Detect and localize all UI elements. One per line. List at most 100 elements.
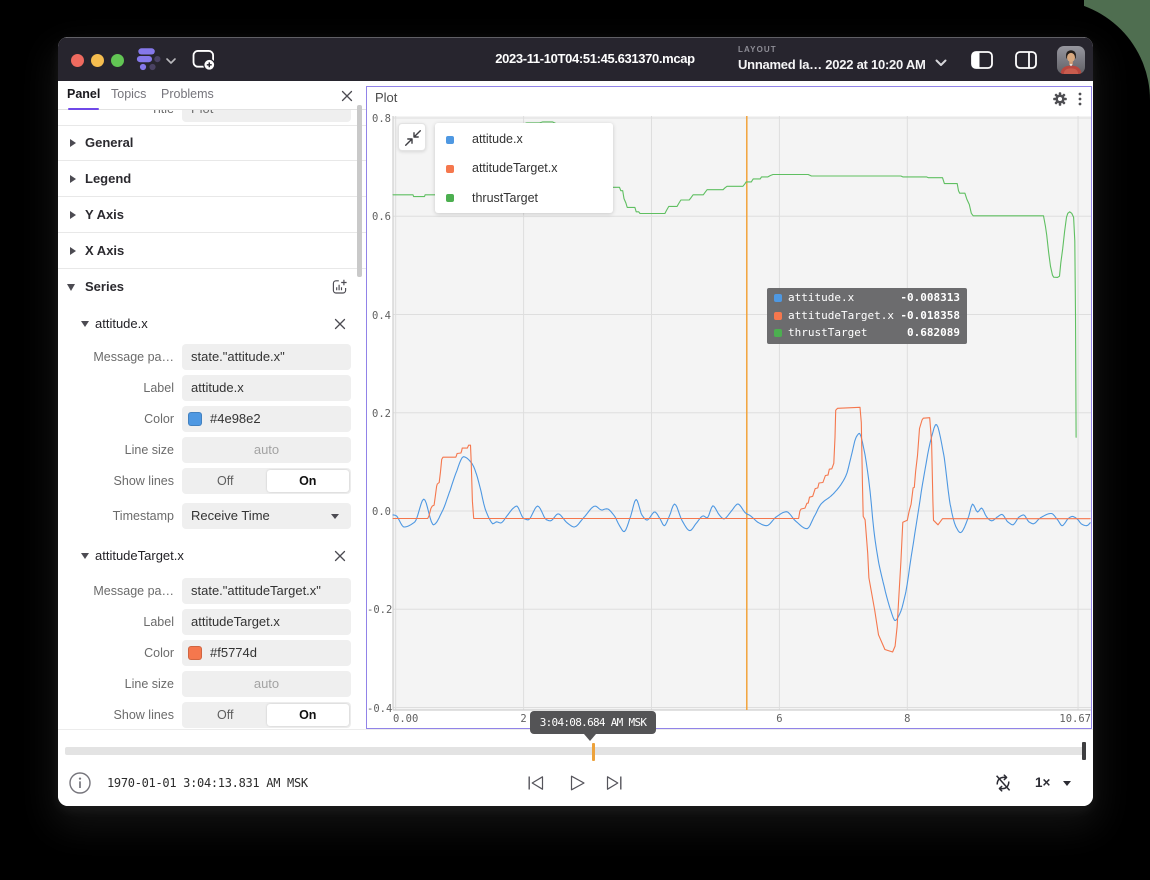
section-y-axis[interactable]: Y Axis xyxy=(58,197,366,233)
color-swatch[interactable] xyxy=(188,646,202,660)
chevron-down-icon xyxy=(67,284,75,291)
toggle-right-sidebar-button[interactable] xyxy=(1015,51,1037,69)
scrubber-end-mark xyxy=(1082,742,1086,760)
remove-series-icon[interactable] xyxy=(334,318,346,330)
titlebar: 2023-11-10T04:51:45.631370.mcap LAYOUT U… xyxy=(58,37,1093,81)
app-menu-chevron-icon[interactable] xyxy=(165,57,177,65)
play-button[interactable] xyxy=(567,773,587,793)
show-lines-off[interactable]: Off xyxy=(184,704,267,726)
user-avatar[interactable] xyxy=(1057,46,1085,74)
y-axis-tick-label: 0.2 xyxy=(367,408,391,420)
window-close-button[interactable] xyxy=(71,54,84,67)
toggle-left-sidebar-button[interactable] xyxy=(971,51,993,69)
layout-name: Unnamed la… 2022 at 10:20 AM xyxy=(738,56,926,74)
data-source-title[interactable]: 2023-11-10T04:51:45.631370.mcap xyxy=(435,37,755,81)
section-label: Series xyxy=(85,269,124,305)
layout-label: LAYOUT xyxy=(738,45,926,55)
seek-end-button[interactable] xyxy=(604,773,624,793)
section-x-axis[interactable]: X Axis xyxy=(58,233,366,269)
message-path-input[interactable]: state."attitude.x" xyxy=(182,344,351,370)
speed-caret-icon[interactable] xyxy=(1063,781,1071,786)
series-header[interactable]: attitudeTarget.x xyxy=(58,543,366,569)
caret-down-icon xyxy=(331,514,339,519)
message-path-input[interactable]: state."attitudeTarget.x" xyxy=(182,578,351,604)
line-size-input[interactable]: auto xyxy=(182,671,351,697)
desktop: 2023-11-10T04:51:45.631370.mcap LAYOUT U… xyxy=(0,0,1150,880)
color-value: #4e98e2 xyxy=(210,406,261,432)
add-panel-button[interactable] xyxy=(192,50,217,71)
x-axis-tick-label: 8 xyxy=(892,713,922,725)
tooltip-series-value: -0.018358 xyxy=(900,307,960,324)
playback-scrubber[interactable] xyxy=(65,747,1086,755)
layout-menu[interactable]: LAYOUT Unnamed la… 2022 at 10:20 AM xyxy=(738,43,926,77)
window-minimize-button[interactable] xyxy=(91,54,104,67)
y-axis-tick-label: -0.2 xyxy=(367,604,391,616)
legend-item[interactable]: thrustTarget xyxy=(435,184,613,213)
layout-chevron-icon[interactable] xyxy=(934,58,948,68)
tooltip-series-name: attitudeTarget.x xyxy=(788,307,894,324)
timestamp-select[interactable]: Receive Time xyxy=(182,503,351,529)
settings-scrollbar[interactable] xyxy=(357,105,362,277)
color-input[interactable]: #f5774d xyxy=(182,640,351,666)
section-label: Legend xyxy=(85,161,131,197)
chevron-right-icon xyxy=(70,175,76,183)
legend-collapse-button[interactable] xyxy=(398,123,426,151)
field-label: Message pa… xyxy=(58,344,174,370)
show-lines-off[interactable]: Off xyxy=(184,470,267,492)
app-logo-icon[interactable] xyxy=(134,48,161,71)
remove-series-icon[interactable] xyxy=(334,550,346,562)
show-lines-toggle[interactable]: OffOn xyxy=(182,702,351,728)
field-label: Show lines xyxy=(58,702,174,728)
loop-toggle-button[interactable] xyxy=(993,773,1013,793)
chevron-down-icon xyxy=(81,553,89,559)
tooltip-row: thrustTarget 0.682089 xyxy=(767,324,967,341)
x-axis-tick-label: 10.67 xyxy=(1053,713,1091,725)
info-icon[interactable] xyxy=(69,772,91,794)
section-legend[interactable]: Legend xyxy=(58,161,366,197)
scrubber-playhead[interactable] xyxy=(592,743,595,761)
color-input[interactable]: #4e98e2 xyxy=(182,406,351,432)
tooltip-series-name: attitude.x xyxy=(788,289,854,306)
series-title: attitude.x xyxy=(95,311,148,337)
sidebar-tabbar: Panel Topics Problems xyxy=(58,81,366,110)
tab-problems[interactable]: Problems xyxy=(161,81,214,110)
color-swatch[interactable] xyxy=(188,412,202,426)
tooltip-color-chip xyxy=(774,329,782,337)
add-series-button[interactable] xyxy=(332,279,348,295)
section-series[interactable]: Series xyxy=(58,269,366,305)
playback-speed[interactable]: 1× xyxy=(1035,774,1050,792)
label-input[interactable]: attitudeTarget.x xyxy=(182,609,351,635)
show-lines-toggle[interactable]: OffOn xyxy=(182,468,351,494)
legend-item[interactable]: attitudeTarget.x xyxy=(435,154,613,183)
sidebar-close-icon[interactable] xyxy=(341,90,353,102)
tooltip-color-chip xyxy=(774,312,782,320)
color-value: #f5774d xyxy=(210,640,257,666)
legend-item[interactable]: attitude.x xyxy=(435,125,613,154)
y-axis-tick-label: 0.6 xyxy=(367,211,391,223)
sidebar-panel-settings: Panel Topics Problems Title Plot General… xyxy=(58,81,366,729)
series-title: attitudeTarget.x xyxy=(95,543,184,569)
title-input[interactable]: Plot xyxy=(182,110,351,122)
window-maximize-button[interactable] xyxy=(111,54,124,67)
panel-settings-scroll: Title Plot General Legend Y Axis X xyxy=(58,110,366,729)
chevron-right-icon xyxy=(70,211,76,219)
show-lines-on[interactable]: On xyxy=(267,704,350,726)
series-header[interactable]: attitude.x xyxy=(58,311,366,337)
show-lines-on[interactable]: On xyxy=(267,470,350,492)
field-label: Message pa… xyxy=(58,578,174,604)
legend-color-chip xyxy=(446,165,454,173)
tooltip-series-value: -0.008313 xyxy=(900,289,960,306)
tab-topics[interactable]: Topics xyxy=(111,81,146,110)
field-label: Label xyxy=(58,609,174,635)
section-label: Y Axis xyxy=(85,197,124,233)
label-input[interactable]: attitude.x xyxy=(182,375,351,401)
field-label: Color xyxy=(58,406,174,432)
section-general[interactable]: General xyxy=(58,125,366,161)
chevron-down-icon xyxy=(81,321,89,327)
tab-panel[interactable]: Panel xyxy=(67,81,100,110)
line-size-input[interactable]: auto xyxy=(182,437,351,463)
field-label-title: Title xyxy=(58,110,174,122)
seek-start-button[interactable] xyxy=(526,773,546,793)
plot-legend: attitude.x attitudeTarget.x thrustTarget xyxy=(435,123,613,213)
section-label: X Axis xyxy=(85,233,124,269)
